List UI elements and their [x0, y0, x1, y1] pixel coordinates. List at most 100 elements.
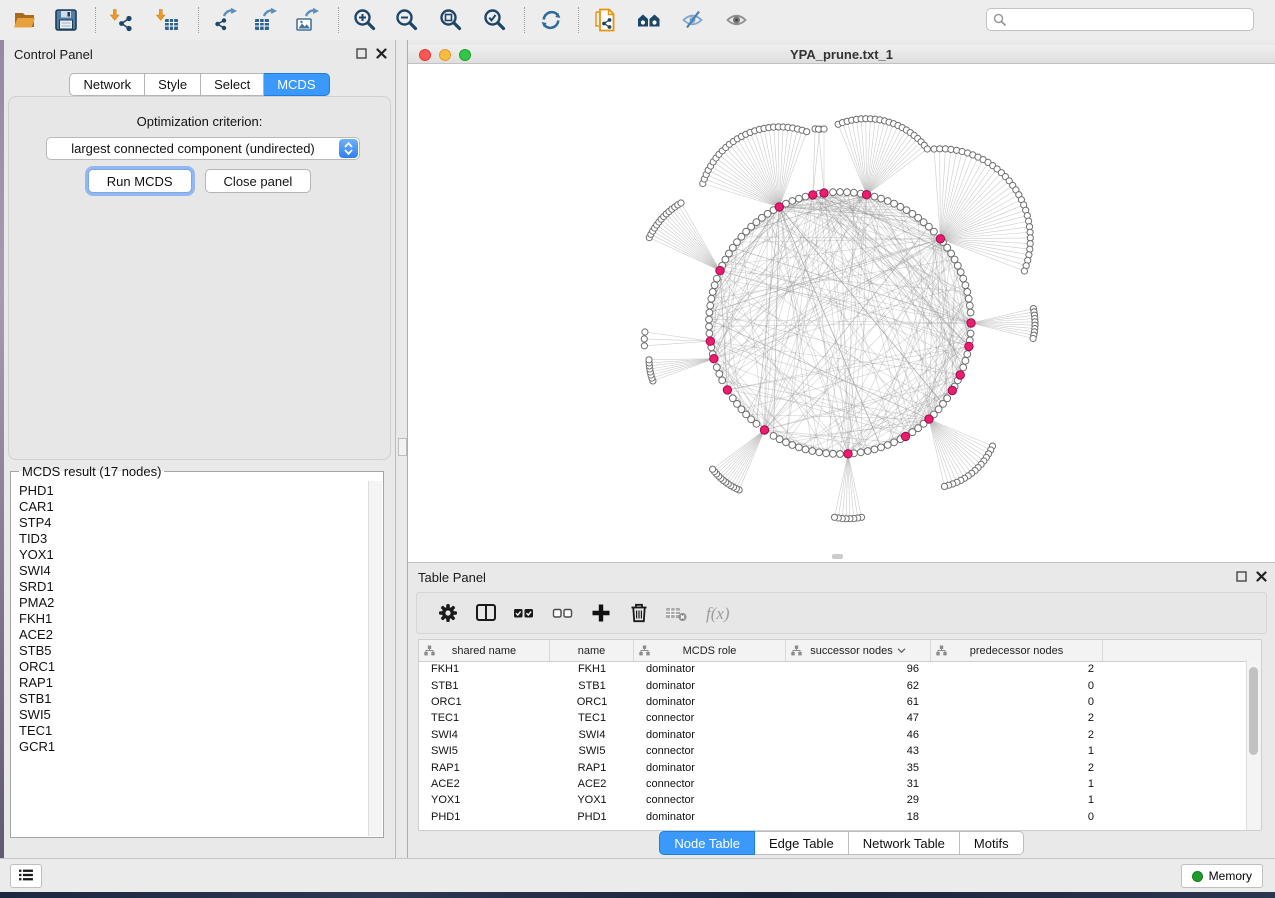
mcds-result-item[interactable]: SWI5	[19, 707, 369, 723]
main-splitter[interactable]	[396, 40, 408, 858]
splitter-handle[interactable]	[398, 438, 407, 456]
network-overview-button[interactable]	[636, 7, 662, 33]
show-graphics-details-button[interactable]	[724, 7, 750, 33]
open-session-button[interactable]	[12, 7, 38, 33]
search-input[interactable]	[1008, 12, 1253, 28]
tab-network-table[interactable]: Network Table	[849, 831, 960, 855]
tab-style[interactable]: Style	[145, 73, 201, 96]
save-session-button[interactable]	[53, 7, 79, 33]
export-network-button[interactable]	[212, 7, 238, 33]
table-row[interactable]: RAP1RAP1dominator352	[419, 759, 1247, 775]
table-row[interactable]: ACE2ACE2connector311	[419, 776, 1247, 792]
mcds-result-item[interactable]: ACE2	[19, 627, 369, 643]
tab-network[interactable]: Network	[69, 73, 145, 96]
table-row[interactable]: FKH1FKH1dominator962	[419, 661, 1247, 677]
mcds-result-item[interactable]: STP4	[19, 515, 369, 531]
table-cell: YOX1	[419, 794, 550, 806]
export-table-button[interactable]	[252, 7, 278, 33]
tab-edge-table[interactable]: Edge Table	[755, 831, 849, 855]
mcds-result-item[interactable]: STB1	[19, 691, 369, 707]
mcds-result-item[interactable]: ORC1	[19, 659, 369, 675]
mcds-result-item[interactable]: FKH1	[19, 611, 369, 627]
zoom-fit-button[interactable]	[438, 7, 464, 33]
mcds-result-item[interactable]: YOX1	[19, 547, 369, 563]
table-row[interactable]: SWI4SWI4dominator462	[419, 727, 1247, 743]
float-panel-button[interactable]	[1236, 571, 1247, 582]
hide-graphics-details-button[interactable]	[680, 7, 706, 33]
select-all-icon	[511, 600, 537, 626]
status-bar: Memory	[0, 858, 1275, 892]
network-graph[interactable]	[408, 64, 1275, 562]
column-header-shared-name[interactable]: shared name	[419, 640, 550, 661]
mcds-result-item[interactable]: SWI4	[19, 563, 369, 579]
column-label: name	[578, 645, 606, 657]
table-row[interactable]: TEC1TEC1connector472	[419, 710, 1247, 726]
mcds-result-item[interactable]: GCR1	[19, 739, 369, 755]
table-cell: dominator	[634, 680, 786, 692]
mcds-result-item[interactable]: TID3	[19, 531, 369, 547]
share-network-file-button[interactable]	[592, 7, 618, 33]
mcds-result-item[interactable]: CAR1	[19, 499, 369, 515]
optimization-criterion-select[interactable]: largest connected component (undirected)	[46, 137, 360, 160]
mcds-result-item[interactable]: PHD1	[19, 483, 369, 499]
mcds-result-item[interactable]: RAP1	[19, 675, 369, 691]
export-image-button[interactable]	[294, 7, 320, 33]
table-row[interactable]: PHD1PHD1dominator180	[419, 809, 1247, 825]
table-cell: ACE2	[419, 778, 550, 790]
tab-node-table[interactable]: Node Table	[659, 831, 755, 855]
mcds-result-item[interactable]: SRD1	[19, 579, 369, 595]
column-header-name[interactable]: name	[550, 640, 634, 661]
tab-mcds[interactable]: MCDS	[264, 73, 329, 96]
network-window-titlebar[interactable]: YPA_prune.txt_1	[408, 45, 1275, 64]
table-scrollbar[interactable]	[1246, 661, 1261, 830]
tab-motifs[interactable]: Motifs	[960, 831, 1024, 855]
float-panel-button[interactable]	[356, 48, 367, 59]
table-row[interactable]: YOX1YOX1connector291	[419, 792, 1247, 808]
tab-select[interactable]: Select	[201, 73, 264, 96]
close-panel-button[interactable]	[1256, 571, 1267, 582]
table-scrollbar-thumb[interactable]	[1249, 667, 1258, 755]
mcds-result-item[interactable]: TEC1	[19, 723, 369, 739]
import-network-button[interactable]	[108, 7, 134, 33]
import-table-button[interactable]	[154, 7, 180, 33]
column-header-mcds-role[interactable]: MCDS role	[634, 640, 786, 661]
zoom-in-button[interactable]	[352, 7, 378, 33]
maximize-window-button[interactable]	[459, 49, 471, 61]
show-panels-list-button[interactable]	[10, 864, 42, 888]
network-window-title: YPA_prune.txt_1	[408, 47, 1275, 62]
minimize-window-button[interactable]	[439, 49, 451, 61]
zoom-out-button[interactable]	[394, 7, 420, 33]
split-panel-button[interactable]	[473, 600, 499, 626]
network-hscroll-thumb[interactable]	[832, 554, 843, 559]
select-all-button[interactable]	[511, 600, 537, 626]
memory-button[interactable]: Memory	[1181, 864, 1263, 888]
delete-table-button[interactable]	[663, 600, 689, 626]
column-header-successor-nodes[interactable]: successor nodes	[786, 640, 931, 661]
table-cell: 43	[786, 745, 931, 757]
desktop-wallpaper-bottom	[0, 892, 1275, 898]
table-cell: dominator	[634, 811, 786, 823]
control-panel-titlebar: Control Panel	[4, 40, 395, 68]
network-view-canvas[interactable]	[408, 64, 1275, 562]
column-header-predecessor-nodes[interactable]: predecessor nodes	[931, 640, 1103, 661]
table-row[interactable]: ORC1ORC1dominator610	[419, 694, 1247, 710]
add-column-button[interactable]	[588, 600, 614, 626]
run-mcds-button[interactable]: Run MCDS	[88, 169, 192, 193]
function-builder-button[interactable]: f(x)	[704, 600, 740, 626]
table-row[interactable]: STB1STB1dominator620	[419, 677, 1247, 693]
refresh-layout-button[interactable]	[538, 7, 564, 33]
delete-column-button[interactable]	[626, 600, 652, 626]
mcds-result-item[interactable]: STB5	[19, 643, 369, 659]
open-folder-icon	[12, 7, 38, 33]
toolbar-separator	[338, 7, 339, 33]
mcds-result-scrollbar[interactable]	[368, 481, 382, 836]
unselect-all-button[interactable]	[550, 600, 576, 626]
column-settings-button[interactable]	[435, 600, 461, 626]
close-mcds-panel-button[interactable]: Close panel	[205, 169, 312, 193]
close-panel-button[interactable]	[376, 48, 387, 59]
mcds-result-item[interactable]: PMA2	[19, 595, 369, 611]
table-panel-titlebar: Table Panel	[408, 563, 1275, 591]
close-window-button[interactable]	[419, 49, 431, 61]
table-row[interactable]: SWI5SWI5connector431	[419, 743, 1247, 759]
zoom-selected-button[interactable]	[482, 7, 508, 33]
